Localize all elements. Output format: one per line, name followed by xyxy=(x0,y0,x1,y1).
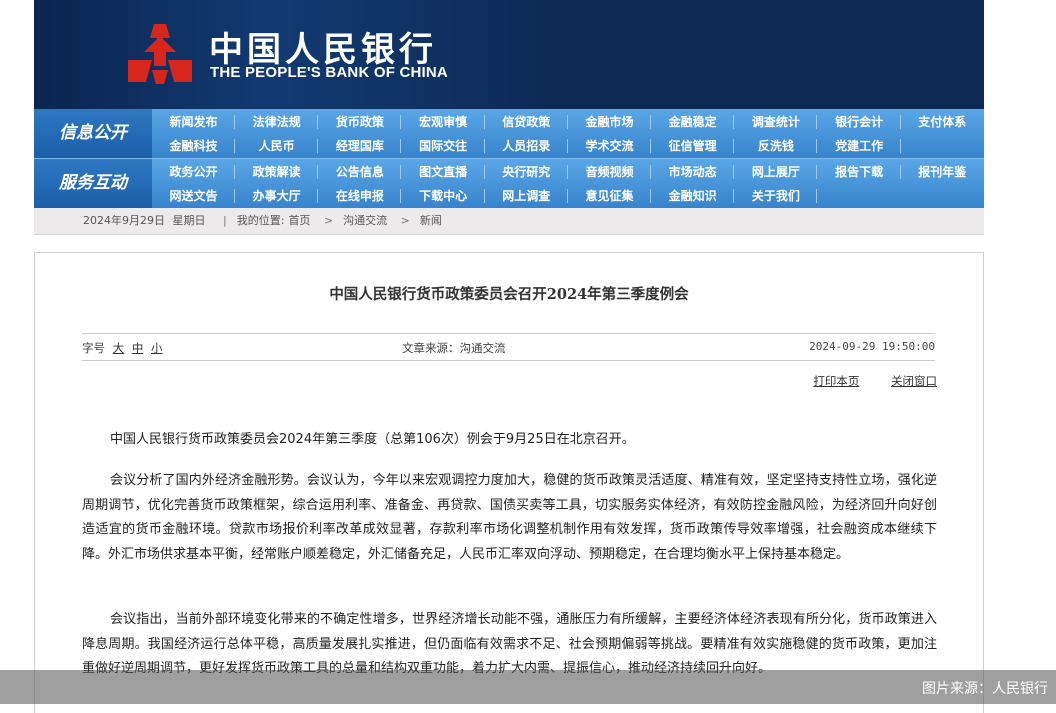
breadcrumb-divider: | xyxy=(223,214,227,227)
current-weekday: 星期日 xyxy=(172,214,206,227)
nav-item-service-0-6[interactable]: 市场动态 xyxy=(651,160,735,184)
current-date: 2024年9月29日 xyxy=(83,214,165,227)
nav-item-service-0-9[interactable]: 报刊年鉴 xyxy=(901,160,984,184)
nav-grid-info: 新闻发布 法律法规 货币政策 宏观审慎 信贷政策 金融市场 金融稳定 调查统计 银行会计 支付体系… xyxy=(152,109,984,158)
font-size-medium-link[interactable]: 中 xyxy=(132,341,144,355)
pboc-emblem-icon[interactable] xyxy=(124,22,196,86)
image-source-watermark: 图片来源：人民银行 xyxy=(0,670,1056,704)
nav-item-service-0-1[interactable]: 政策解读 xyxy=(235,160,319,184)
article-datetime: 2024-09-29 19:50:00 xyxy=(809,340,935,353)
breadcrumb-prefix: 我的位置: xyxy=(236,214,285,227)
nav-group-label-service: 服务互动 xyxy=(34,159,152,208)
nav-item-service-0-8[interactable]: 报告下载 xyxy=(818,160,901,184)
nav-item-info-0-1[interactable]: 法律法规 xyxy=(235,110,319,134)
page-wrapper: 中国人民银行 THE PEOPLE'S BANK OF CHINA 信息公开 新… xyxy=(34,0,984,235)
nav-item-service-0-2[interactable]: 公告信息 xyxy=(318,160,402,184)
nav-item-info-1-2[interactable]: 经理国库 xyxy=(318,134,402,158)
breadcrumb-communication[interactable]: 沟通交流 xyxy=(343,214,387,227)
font-size-control: 字号 大 中 小 xyxy=(82,340,162,356)
nav-item-info-0-6[interactable]: 金融稳定 xyxy=(651,110,735,134)
nav-item-service-0-0[interactable]: 政务公开 xyxy=(152,160,235,184)
watermark-text: 图片来源：人民银行 xyxy=(922,681,1048,697)
nav-item-service-1-1[interactable]: 办事大厅 xyxy=(235,184,319,208)
nav-item-info-1-4[interactable]: 人员招录 xyxy=(485,134,568,158)
nav-item-info-0-5[interactable]: 金融市场 xyxy=(568,110,651,134)
nav-item-service-1-7[interactable]: 关于我们 xyxy=(734,184,818,208)
nav-item-service-0-4[interactable]: 央行研究 xyxy=(485,160,568,184)
nav-item-info-0-4[interactable]: 信贷政策 xyxy=(485,110,568,134)
close-window-link[interactable]: 关闭窗口 xyxy=(891,374,937,388)
article-tools: 打印本页 关闭窗口 xyxy=(785,373,937,389)
nav-item-service-0-3[interactable]: 图文直播 xyxy=(402,160,485,184)
nav-item-service-1-3[interactable]: 下载中心 xyxy=(402,184,485,208)
nav-item-service-0-7[interactable]: 网上展厅 xyxy=(734,160,818,184)
article-meta: 字号 大 中 小 文章来源：沟通交流 2024-09-29 19:50:00 xyxy=(82,333,935,361)
nav-item-info-0-2[interactable]: 货币政策 xyxy=(318,110,402,134)
nav-item-info-0-8[interactable]: 银行会计 xyxy=(818,110,901,134)
article-paragraph: 会议分析了国内外经济金融形势。会议认为，今年以来宏观调控力度加大，稳健的货币政策… xyxy=(82,473,937,562)
nav-item-info-0-3[interactable]: 宏观审慎 xyxy=(402,110,485,134)
print-page-link[interactable]: 打印本页 xyxy=(813,374,859,388)
nav-item-info-1-7[interactable]: 反洗钱 xyxy=(734,134,818,158)
nav-item-info-0-9[interactable]: 支付体系 xyxy=(901,110,984,134)
main-nav: 信息公开 新闻发布 法律法规 货币政策 宏观审慎 信贷政策 金融市场 金融稳定 调查统计 银行会… xyxy=(34,109,984,208)
nav-item-info-0-0[interactable]: 新闻发布 xyxy=(152,110,235,134)
breadcrumb-chevron-icon: > xyxy=(400,214,410,227)
nav-item-info-1-3[interactable]: 国际交往 xyxy=(402,134,485,158)
nav-item-service-1-5[interactable]: 意见征集 xyxy=(568,184,651,208)
breadcrumb-home[interactable]: 首页 xyxy=(288,214,310,227)
nav-item-info-1-0[interactable]: 金融科技 xyxy=(152,134,235,158)
site-title-en: THE PEOPLE'S BANK OF CHINA xyxy=(210,64,448,81)
nav-item-service-1-2[interactable]: 在线申报 xyxy=(318,184,402,208)
nav-item-info-1-8[interactable]: 党建工作 xyxy=(818,134,901,158)
site-header: 中国人民银行 THE PEOPLE'S BANK OF CHINA xyxy=(34,0,984,109)
nav-item-info-1-5[interactable]: 学术交流 xyxy=(568,134,651,158)
nav-item-service-1-6[interactable]: 金融知识 xyxy=(651,184,735,208)
nav-grid-service: 政务公开 政策解读 公告信息 图文直播 央行研究 音频视频 市场动态 网上展厅 报告下载 报刊年鉴… xyxy=(152,159,984,208)
nav-item-service-1-4[interactable]: 网上调查 xyxy=(485,184,568,208)
font-size-large-link[interactable]: 大 xyxy=(113,341,125,355)
article-panel: 中国人民银行货币政策委员会召开2024年第三季度例会 字号 大 中 小 文章来源… xyxy=(34,252,984,713)
article-paragraph: 中国人民银行货币政策委员会2024年第三季度（总第106次）例会于9月25日在北… xyxy=(110,432,635,447)
nav-group-label-info: 信息公开 xyxy=(34,109,152,158)
article-source: 文章来源：沟通交流 xyxy=(402,341,506,355)
nav-item-info-1-1[interactable]: 人民币 xyxy=(235,134,319,158)
nav-item-service-0-5[interactable]: 音频视频 xyxy=(568,160,651,184)
nav-item-info-1-6[interactable]: 征信管理 xyxy=(651,134,735,158)
font-size-small-link[interactable]: 小 xyxy=(151,341,163,355)
nav-item-info-0-7[interactable]: 调查统计 xyxy=(734,110,818,134)
font-size-label: 字号 xyxy=(82,341,105,355)
nav-group-info: 信息公开 新闻发布 法律法规 货币政策 宏观审慎 信贷政策 金融市场 金融稳定 调查统计 银行会… xyxy=(34,109,984,158)
breadcrumb: 2024年9月29日 星期日 | 我的位置: 首页 > 沟通交流 > 新闻 xyxy=(34,207,984,235)
nav-group-service: 服务互动 政务公开 政策解读 公告信息 图文直播 央行研究 音频视频 市场动态 网上展厅 报告下… xyxy=(34,158,984,208)
article-title: 中国人民银行货币政策委员会召开2024年第三季度例会 xyxy=(329,286,689,303)
breadcrumb-news[interactable]: 新闻 xyxy=(420,214,442,227)
breadcrumb-chevron-icon: > xyxy=(323,214,334,227)
nav-item-service-1-0[interactable]: 网送文告 xyxy=(152,184,235,208)
